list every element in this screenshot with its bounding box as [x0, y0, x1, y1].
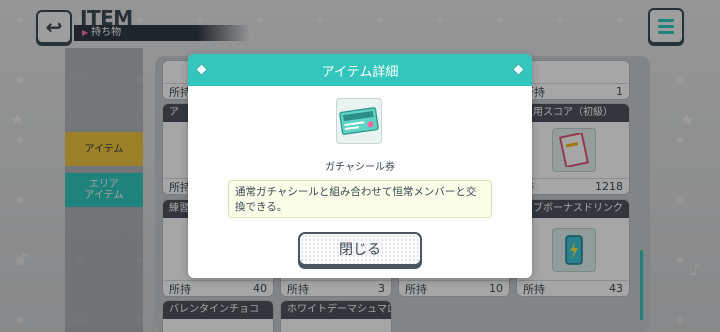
close-button[interactable]: 閉じる — [298, 232, 422, 266]
diamond-icon — [195, 63, 208, 76]
item-description: 通常ガチャシールと組み合わせて恒常メンバーと交換できる。 — [228, 180, 492, 218]
dialog-header: アイテム詳細 — [188, 54, 532, 86]
dialog-title: アイテム詳細 — [321, 64, 399, 80]
gacha-ticket-icon — [336, 98, 382, 144]
item-name: ガチャシール券 — [325, 162, 395, 173]
item-detail-dialog: アイテム詳細 ガチャシール券 通常ガチャシールと組み合わせて恒常メンバーと交換で… — [188, 54, 532, 278]
diamond-icon — [512, 63, 525, 76]
close-button-label: 閉じる — [339, 242, 381, 258]
